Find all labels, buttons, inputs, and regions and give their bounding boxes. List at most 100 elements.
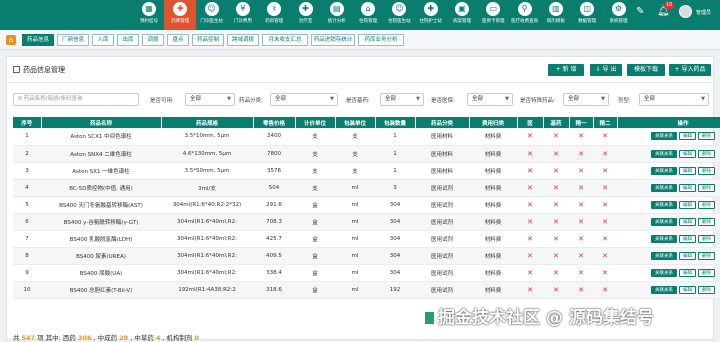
tab-item[interactable]: 厂商信息 — [57, 34, 89, 46]
table-row[interactable]: 6 BS400 γ-谷氨酰转移酶(γ-GT) 304ml(R1:6*40ml,R2:… — [13, 213, 720, 231]
table-cell: BS400 γ-谷氨酰转移酶(γ-GT) — [41, 213, 161, 231]
column-header: 操作 — [617, 117, 720, 128]
export-button[interactable]: ⇩ 导 出 — [590, 64, 622, 76]
topnav-item[interactable]: ✚ 药库管理 — [164, 0, 197, 30]
topnav-item[interactable]: ⌂ 住院管理 — [352, 2, 384, 28]
edit-button[interactable]: 编辑 — [679, 166, 696, 175]
topnav-item[interactable]: ◫ 数据管理 — [571, 2, 603, 28]
edit-button[interactable]: 编辑 — [679, 234, 696, 243]
insurance-select[interactable]: 全部 ▼ — [467, 93, 513, 106]
tab-item[interactable]: 盘点 — [167, 34, 189, 46]
edit-button[interactable]: 编辑 — [679, 149, 696, 158]
search-input[interactable]: ⚲ 药品名称/简拼/条码查询 — [13, 93, 139, 106]
category-select[interactable]: 全部 ▼ — [270, 93, 338, 106]
tab-item[interactable]: 跨域调拨 — [227, 34, 259, 46]
relation-button[interactable]: 关联关系 — [651, 149, 677, 158]
tab-item[interactable]: 入库 — [92, 34, 114, 46]
delete-button[interactable]: 删除 — [698, 166, 715, 175]
edit-icon[interactable]: ✎ — [636, 5, 644, 19]
table-cell: ml — [335, 264, 375, 282]
edit-button[interactable]: 编辑 — [679, 251, 696, 260]
notification-count: 10 — [664, 2, 675, 9]
edit-button[interactable]: 编辑 — [679, 200, 696, 209]
delete-button[interactable]: 删除 — [698, 132, 715, 141]
table-cell: 4 — [13, 179, 41, 197]
edit-button[interactable]: 编辑 — [679, 217, 696, 226]
table-cell: 304ml(R1:6*40:R2:2*32) — [161, 196, 253, 214]
topnav-item[interactable]: ▥ 病历模板 — [540, 2, 572, 28]
basic-drug-select[interactable]: 全部 ▼ — [380, 93, 424, 106]
delete-button[interactable]: 删除 — [698, 217, 715, 226]
relation-button[interactable]: 关联关系 — [651, 200, 677, 209]
western-label: 西药 — [62, 334, 76, 342]
topnav-item[interactable]: ▣ 病案管理 — [446, 2, 478, 28]
delete-button[interactable]: 删除 — [698, 285, 715, 294]
topnav-item[interactable]: ✚ 治疗室 — [290, 2, 322, 28]
topnav-item[interactable]: ▤ 统计分析 — [321, 2, 353, 28]
table-row[interactable]: 1 Aston SCX1 中间色谱柱 3.5*10mm, 5μm 2400 支支 1 医用材… — [13, 128, 720, 146]
bell-icon[interactable]: 🔔︎ 10 — [657, 2, 675, 19]
delete-button[interactable]: 删除 — [698, 251, 715, 260]
topnav-item[interactable]: ▦ 预约挂号 — [133, 2, 165, 28]
table-row[interactable]: 5 BS400 天门冬氨酸基转移酶(AST) 304ml(R1:6*40:R2:2*… — [13, 196, 720, 214]
avatar[interactable] — [679, 5, 692, 18]
template-download-button[interactable]: 模板下载 — [627, 64, 665, 76]
special-drug-select[interactable]: 全部 ▼ — [563, 93, 609, 106]
table-cell: 医用试剂 — [415, 213, 469, 231]
tab-item[interactable]: 药品进销存统计 — [311, 34, 355, 46]
topnav-item[interactable]: ☺ 住院医生站 — [383, 2, 415, 28]
delete-button[interactable]: 删除 — [698, 149, 715, 158]
edit-button[interactable]: 编辑 — [679, 183, 696, 192]
relation-button[interactable]: 关联关系 — [651, 285, 677, 294]
user-name[interactable]: 管理员 — [696, 9, 711, 16]
table-cell: 医用试剂 — [415, 196, 469, 214]
tab-item[interactable]: 药库业务分析 — [358, 34, 404, 46]
delete-button[interactable]: 删除 — [698, 268, 715, 277]
column-header: 药品分类 — [415, 117, 470, 128]
topnav-item[interactable]: ☺ 门诊医生站 — [196, 2, 228, 28]
table-row[interactable]: 8 BS400 尿素(UREA) 304ml(R1:6*40ml;R2: 409.5 盒… — [13, 247, 720, 265]
table-row[interactable]: 9 BS400 尿酸(UA) 304ml(R1:6*40ml;R2: 338.4 盒 ml… — [13, 264, 720, 282]
table-cell: 3ml/支 — [161, 179, 253, 197]
flag-no-icon: ✕ — [593, 128, 617, 146]
table-row[interactable]: 4 BC-5D质控物(中值, 通用) 3ml/支 504 支 ml 3 医用试剂 材料费 ✕ ✕ ✕ ✕… — [13, 179, 720, 197]
home-icon[interactable]: ⌂ — [6, 35, 16, 45]
tab-item[interactable]: 月末收支汇总 — [262, 34, 308, 46]
total-label: 共 — [13, 334, 20, 342]
tab-item[interactable]: 药品控制 — [192, 34, 224, 46]
table-row[interactable]: 7 BS400 乳酸脱氢酶(LDH) 304ml(R1:6*40ml;R2: 425.… — [13, 230, 720, 248]
delete-button[interactable]: 删除 — [698, 200, 715, 209]
relation-button[interactable]: 关联关系 — [651, 166, 677, 175]
topnav-item[interactable]: ✚ 住院护士站 — [415, 2, 447, 28]
relation-button[interactable]: 关联关系 — [651, 217, 677, 226]
relation-button[interactable]: 关联关系 — [651, 183, 677, 192]
available-select[interactable]: 全部 ▼ — [185, 93, 235, 106]
tab-item[interactable]: 调拨 — [142, 34, 164, 46]
table-cell: 7 — [13, 230, 41, 248]
tab-item[interactable]: 药品信息 — [22, 34, 54, 46]
relation-button[interactable]: 关联关系 — [651, 234, 677, 243]
table-row[interactable]: 3 Aston SX1 一维色谱柱 3.5*50mm, 5μm 3576 支支 1 医用材料… — [13, 162, 720, 180]
edit-button[interactable]: 编辑 — [679, 132, 696, 141]
topnav-item[interactable]: ▭ 医保卡管理 — [477, 2, 509, 28]
topnav-item[interactable]: ⚕ 药房管理 — [258, 2, 290, 28]
edit-button[interactable]: 编辑 — [679, 285, 696, 294]
table-row[interactable]: 2 Aston SNX4 二维色谱柱 4.6*130mm, 5μm 7800 支支 1 医用… — [13, 145, 720, 163]
import-drug-button[interactable]: + 导入药品 — [669, 64, 711, 76]
flag-no-icon: ✕ — [593, 213, 617, 231]
topnav-item[interactable]: ¥ 门诊费用 — [227, 2, 259, 28]
relation-button[interactable]: 关联关系 — [651, 251, 677, 260]
topnav-item[interactable]: ⚲ 医疗收费查询 — [509, 2, 541, 28]
delete-button[interactable]: 删除 — [698, 183, 715, 192]
dosage-select[interactable]: 全部 ▼ — [639, 93, 709, 106]
table-cell: 材料费 — [469, 264, 517, 282]
add-button[interactable]: + 新 增 — [548, 64, 584, 76]
tab-item[interactable]: 出库 — [117, 34, 139, 46]
edit-button[interactable]: 编辑 — [679, 268, 696, 277]
relation-button[interactable]: 关联关系 — [651, 132, 677, 141]
table-cell: 304 — [375, 213, 415, 231]
delete-button[interactable]: 删除 — [698, 234, 715, 243]
topnav-item[interactable]: ⚙ 系统管理 — [603, 2, 635, 28]
relation-button[interactable]: 关联关系 — [651, 268, 677, 277]
table-row[interactable]: 10 BS400 总胆红素(T-Bil-V) 192ml(R1:4A38;R2:2 3… — [13, 281, 720, 299]
